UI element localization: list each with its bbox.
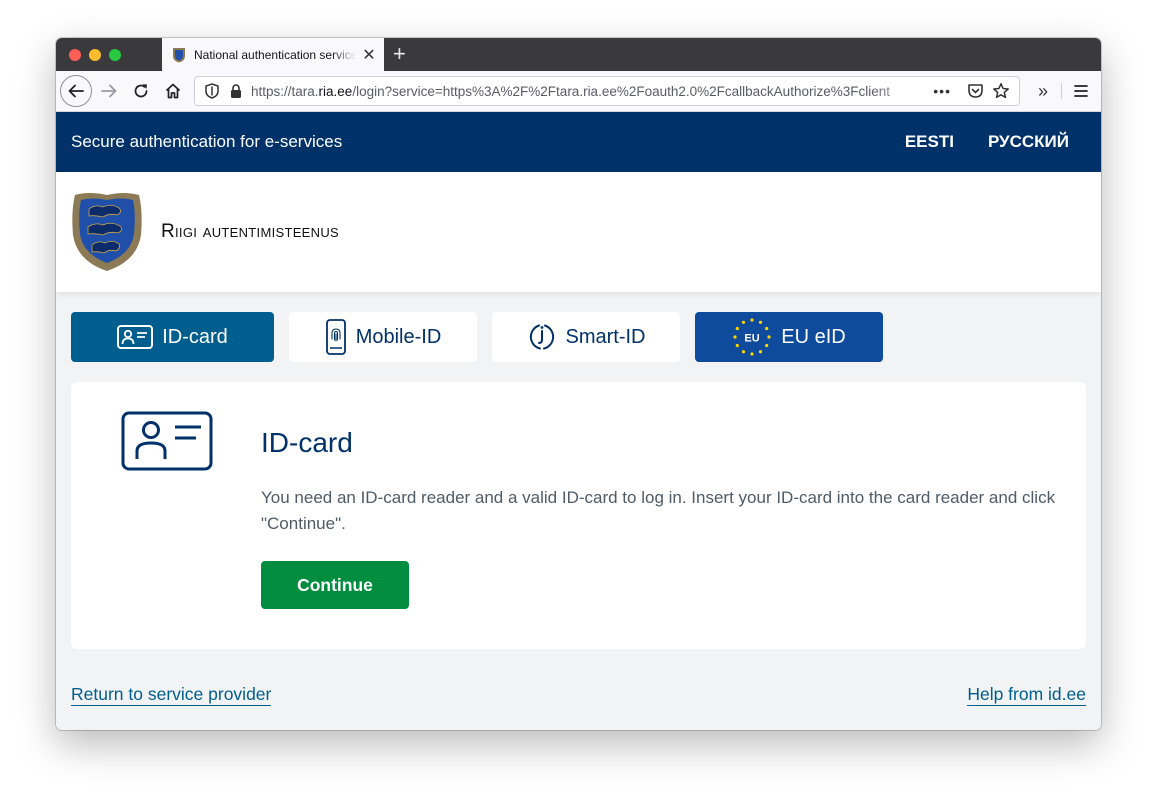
coat-of-arms-favicon-icon (173, 47, 185, 62)
tab-eu-eid[interactable]: EU EU eID (695, 312, 883, 362)
auth-method-panel: ID-card You need an ID-card reader and a… (71, 382, 1086, 649)
reload-button[interactable] (126, 76, 156, 106)
page-content: Secure authentication for e-services EES… (56, 112, 1101, 730)
tab-id-card[interactable]: ID-card (71, 312, 274, 362)
site-header: Secure authentication for e-services EES… (56, 112, 1101, 172)
new-tab-button[interactable]: + (393, 41, 406, 67)
address-bar[interactable]: https://tara.ria.ee/login?service=https%… (194, 76, 1020, 106)
maximize-window-button[interactable] (109, 49, 121, 61)
tab-label: EU eID (781, 325, 846, 348)
tab-label: Mobile-ID (355, 325, 442, 348)
bookmark-star-icon[interactable] (991, 81, 1011, 101)
url-prefix: https://tara. (251, 83, 319, 99)
hamburger-menu-icon[interactable] (1066, 76, 1096, 106)
reload-icon (134, 84, 148, 98)
tab-label: Smart-ID (565, 325, 646, 348)
continue-button[interactable]: Continue (261, 561, 409, 609)
minimize-window-button[interactable] (89, 49, 101, 61)
tab-label: ID-card (162, 325, 228, 348)
id-card-icon (117, 325, 154, 349)
brand-name: Riigi autentimisteenus (161, 221, 340, 242)
url-domain: ria.ee (318, 83, 353, 99)
page-actions-more-icon[interactable]: ••• (933, 83, 951, 99)
arrow-left-icon (68, 84, 84, 98)
url-text[interactable]: https://tara.ria.ee/login?service=https%… (251, 84, 927, 99)
browser-window: National authentication service ✕ + http… (56, 38, 1101, 730)
toolbar-overflow-icon[interactable]: » (1028, 76, 1058, 106)
forward-button[interactable] (94, 76, 124, 106)
tab-bar: National authentication service ✕ + (56, 38, 1101, 71)
brand-bar: Riigi autentimisteenus (56, 172, 1101, 292)
tab-title: National authentication service (194, 47, 356, 62)
site-header-title: Secure authentication for e-services (71, 132, 343, 151)
auth-method-tabs: ID-card Mobile-ID Smart-ID EU EU eID (71, 312, 883, 362)
eu-flag-icon: EU (732, 317, 772, 357)
help-from-id-ee-link[interactable]: Help from id.ee (967, 683, 1086, 706)
padlock-icon[interactable] (227, 82, 245, 100)
home-button[interactable] (158, 76, 188, 106)
language-link-estonian[interactable]: EESTI (905, 132, 954, 152)
tab-smart-id[interactable]: Smart-ID (492, 312, 680, 362)
id-card-icon (121, 411, 213, 471)
pocket-icon[interactable] (965, 81, 985, 101)
navigation-bar: https://tara.ria.ee/login?service=https%… (56, 71, 1101, 112)
eu-badge-text: EU (745, 333, 760, 345)
estonian-coat-of-arms-icon (72, 193, 142, 271)
back-button[interactable] (60, 75, 92, 107)
tab-close-icon[interactable]: ✕ (362, 45, 376, 65)
return-to-service-provider-link[interactable]: Return to service provider (71, 683, 272, 706)
toolbar-separator (1061, 83, 1062, 99)
mobile-id-icon (325, 319, 347, 355)
tracking-protection-shield-icon[interactable] (203, 82, 221, 100)
panel-instructions: You need an ID-card reader and a valid I… (261, 488, 1056, 533)
language-link-russian[interactable]: РУССКИЙ (988, 132, 1069, 152)
smart-id-icon (527, 322, 557, 352)
close-window-button[interactable] (69, 49, 81, 61)
browser-tab[interactable]: National authentication service ✕ (162, 38, 384, 71)
panel-title: ID-card (261, 427, 353, 458)
tab-mobile-id[interactable]: Mobile-ID (289, 312, 477, 362)
arrow-right-icon (101, 84, 117, 98)
home-icon (165, 83, 181, 99)
url-path: /login?service=https%3A%2F%2Ftara.ria.ee… (352, 83, 890, 99)
